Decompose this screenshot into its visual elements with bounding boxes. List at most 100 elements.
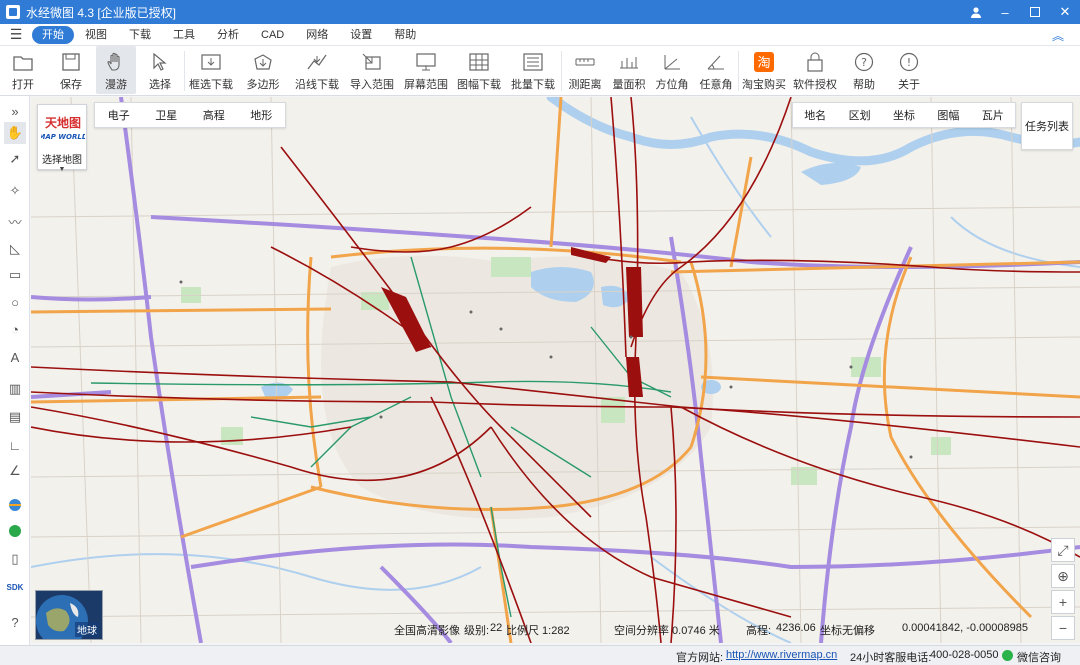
- polyline-icon[interactable]: 〰: [4, 210, 26, 232]
- line-download-label: 沿线下载: [295, 79, 339, 91]
- circle-icon[interactable]: ○: [4, 291, 26, 313]
- expand-icon[interactable]: »: [4, 100, 26, 122]
- help-label: 帮助: [853, 79, 875, 91]
- layer-tab-elevation[interactable]: 高程: [203, 107, 225, 123]
- collapse-ribbon-icon[interactable]: ︽: [1052, 27, 1064, 44]
- import-range-button[interactable]: 导入范围: [345, 46, 399, 94]
- menu-analysis[interactable]: 分析: [206, 26, 250, 44]
- layer-tab-satellite[interactable]: 卫星: [155, 107, 177, 123]
- rect-download-icon: [200, 51, 222, 73]
- sheet-download-button[interactable]: 图幅下载: [453, 46, 505, 94]
- toolbar: 打开 保存 漫游 选择 框选下载 多边形 沿线下载 导入范围 屏幕范围 图幅下载…: [0, 46, 1080, 96]
- menu-network[interactable]: 网络: [295, 26, 339, 44]
- website-link[interactable]: http://www.rivermap.cn: [726, 649, 837, 661]
- phone-icon[interactable]: ▯: [4, 548, 26, 570]
- menu-settings[interactable]: 设置: [339, 26, 383, 44]
- line-download-button[interactable]: 沿线下载: [289, 46, 345, 94]
- fullscreen-icon[interactable]: ⤢: [1051, 538, 1075, 562]
- rect-download-button[interactable]: 框选下载: [185, 46, 237, 94]
- colorful-globe-icon[interactable]: [4, 494, 26, 516]
- link-icon[interactable]: [4, 520, 26, 542]
- rectangle-icon[interactable]: ▭: [4, 264, 26, 286]
- minimize-icon[interactable]: –: [990, 0, 1020, 24]
- folder-icon: [12, 51, 34, 73]
- text-icon[interactable]: A: [4, 346, 26, 368]
- measure-distance-label: 测距离: [568, 79, 602, 91]
- open-button[interactable]: 打开: [0, 46, 46, 94]
- sdk-icon[interactable]: SDK: [4, 576, 26, 598]
- sheet-download-icon: [468, 51, 490, 73]
- search-tab-division[interactable]: 区划: [849, 107, 871, 123]
- menu-start[interactable]: 开始: [32, 25, 74, 44]
- close-icon[interactable]: ✕: [1050, 0, 1080, 24]
- license-button[interactable]: 软件授权: [789, 46, 841, 94]
- select-button[interactable]: 选择: [136, 46, 184, 94]
- help-icon[interactable]: ?: [4, 611, 26, 633]
- point-marker-icon[interactable]: ✧: [4, 180, 26, 202]
- map-source-selector[interactable]: 天地图 MAP WORLD 选择地图 ▼: [37, 104, 88, 173]
- batch-download-label: 批量下载: [511, 79, 555, 91]
- measure-area-button[interactable]: 量面积: [608, 46, 650, 94]
- level-value: 22: [490, 622, 503, 634]
- user-icon[interactable]: [962, 0, 990, 24]
- title-bar: 水经微图 4.3 [企业版已授权] – ✕: [0, 0, 1080, 24]
- search-tab-sheet[interactable]: 图幅: [937, 107, 959, 123]
- elevation-value: 4236.06: [776, 622, 816, 634]
- help-button[interactable]: ? 帮助: [841, 46, 887, 94]
- menu-help[interactable]: 帮助: [383, 26, 427, 44]
- polygon-download-icon: [252, 51, 274, 73]
- search-tab-placename[interactable]: 地名: [804, 107, 826, 123]
- any-angle-label: 任意角: [699, 79, 733, 91]
- menu-bar: ☰ 开始 视图 下载 工具 分析 CAD 网络 设置 帮助 ︽: [0, 24, 1080, 46]
- taobao-buy-button[interactable]: 淘 淘宝购买: [739, 46, 789, 94]
- lock-icon: [804, 51, 826, 73]
- search-tab-tile[interactable]: 瓦片: [982, 107, 1004, 123]
- screen-range-button[interactable]: 屏幕范围: [399, 46, 453, 94]
- map-canvas[interactable]: [31, 97, 1080, 643]
- maximize-icon[interactable]: [1020, 0, 1050, 24]
- menu-tools[interactable]: 工具: [162, 26, 206, 44]
- elevation-label: 高程:: [746, 625, 772, 637]
- ruler-icon: [574, 51, 596, 73]
- angle-icon[interactable]: ∠: [4, 460, 26, 482]
- any-angle-button[interactable]: 任意角: [694, 46, 738, 94]
- measure-distance-button[interactable]: 测距离: [562, 46, 608, 94]
- layer-tab-vector[interactable]: 电子: [108, 107, 130, 123]
- ruler-icon[interactable]: ▥: [4, 378, 26, 400]
- search-tabs: 地名 区划 坐标 图幅 瓦片: [792, 102, 1016, 128]
- import-range-icon: [361, 51, 383, 73]
- locate-icon[interactable]: ⊕: [1051, 564, 1075, 588]
- save-button[interactable]: 保存: [46, 46, 96, 94]
- screen-range-icon: [415, 51, 437, 73]
- menu-cad[interactable]: CAD: [250, 26, 295, 44]
- coord-system-label: 坐标无偏移: [820, 625, 875, 637]
- layer-tab-terrain[interactable]: 地形: [250, 107, 272, 123]
- line-download-icon: [306, 51, 328, 73]
- svg-text:天地图: 天地图: [45, 115, 81, 130]
- search-tab-coordinate[interactable]: 坐标: [893, 107, 915, 123]
- azimuth-button[interactable]: 方位角: [650, 46, 694, 94]
- globe-view-button[interactable]: 地球: [35, 590, 103, 640]
- menu-download[interactable]: 下载: [118, 26, 162, 44]
- wechat-consult-link[interactable]: 微信咨询: [1017, 649, 1061, 665]
- map-base: [31, 97, 1080, 643]
- globe-label: 地球: [75, 622, 99, 637]
- sector-icon[interactable]: ◔: [4, 318, 26, 340]
- area-icon: [618, 51, 640, 73]
- hamburger-menu-icon[interactable]: ☰: [0, 26, 32, 43]
- hotline-label: 24小时客服电话:: [850, 652, 932, 664]
- cursor-icon[interactable]: ➚: [4, 148, 26, 170]
- area-icon[interactable]: ▤: [4, 406, 26, 428]
- polygon-icon[interactable]: ◺: [4, 238, 26, 260]
- batch-download-button[interactable]: 批量下载: [505, 46, 561, 94]
- azimuth-icon[interactable]: ∟: [4, 434, 26, 456]
- hand-icon[interactable]: ✋: [4, 122, 26, 144]
- task-list-button[interactable]: 任务列表: [1021, 102, 1073, 150]
- zoom-in-button[interactable]: +: [1051, 590, 1075, 614]
- about-button[interactable]: ! 关于: [887, 46, 931, 94]
- menu-view[interactable]: 视图: [74, 26, 118, 44]
- pan-button[interactable]: 漫游: [96, 46, 136, 94]
- info-icon: !: [898, 51, 920, 73]
- polygon-download-button[interactable]: 多边形: [237, 46, 289, 94]
- taobao-buy-label: 淘宝购买: [742, 79, 786, 91]
